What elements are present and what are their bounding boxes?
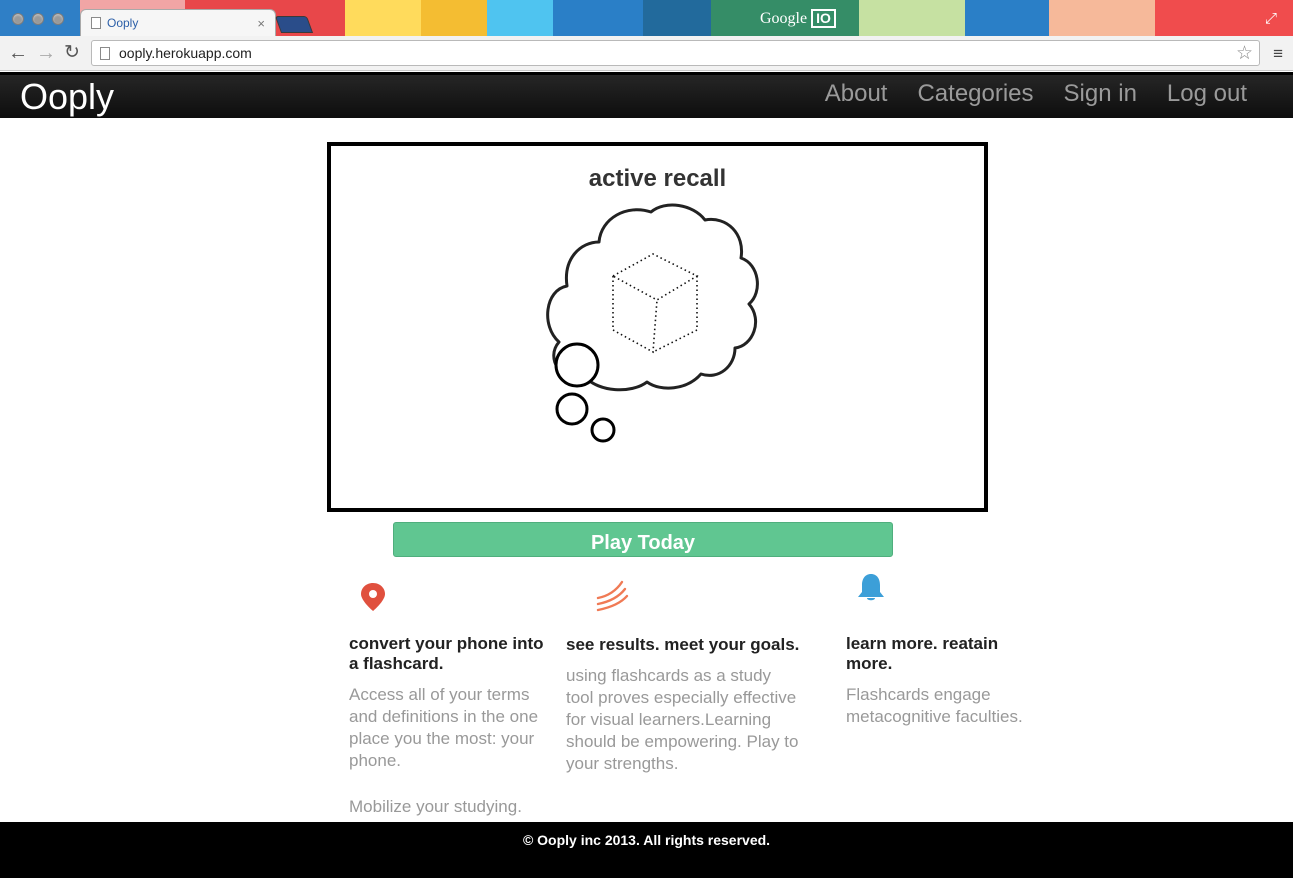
dotted-cube-icon: [611, 253, 699, 354]
rising-lines-icon: [596, 580, 629, 612]
hero-panel: active recall: [327, 142, 988, 512]
bell-icon: [858, 574, 884, 601]
back-arrow-icon[interactable]: ←: [8, 42, 28, 64]
page-icon: [100, 46, 110, 60]
thought-bubble-medium: [555, 392, 589, 426]
banner-badge: IO: [811, 9, 836, 28]
nav-categories-link[interactable]: Categories: [917, 80, 1033, 108]
zoom-window-button[interactable]: [52, 13, 64, 25]
feature-body: Flashcards engage metacognitive facultie…: [846, 685, 1023, 726]
thought-bubble-large: [554, 342, 600, 388]
nav-sign-in-link[interactable]: Sign in: [1064, 80, 1137, 108]
url-text[interactable]: ooply.herokuapp.com: [119, 45, 1236, 61]
feature-learn: learn more. reatain more. Flashcards eng…: [846, 634, 1031, 728]
google-io-banner: Google IO: [760, 9, 836, 28]
nav-about-link[interactable]: About: [825, 80, 888, 108]
nav-links: About Categories Sign in Log out: [825, 80, 1247, 108]
banner-text: Google: [760, 9, 808, 27]
play-today-button[interactable]: Play Today: [393, 522, 893, 557]
feature-body: Access all of your terms and definitions…: [349, 685, 539, 770]
browser-tab[interactable]: Ooply ×: [80, 9, 276, 36]
minimize-window-button[interactable]: [32, 13, 44, 25]
tab-title: Ooply: [107, 16, 139, 30]
forward-arrow-icon[interactable]: →: [36, 42, 56, 64]
feature-heading: learn more. reatain more.: [846, 634, 999, 673]
close-window-button[interactable]: [12, 13, 24, 25]
new-tab-button[interactable]: [274, 16, 314, 33]
browser-menu-icon[interactable]: ≡: [1273, 44, 1283, 64]
thought-bubble-small: [590, 417, 616, 443]
site-footer: © Ooply inc 2013. All rights reserved.: [0, 822, 1293, 878]
reload-icon[interactable]: ↻: [64, 42, 80, 64]
copyright-text: © Ooply inc 2013. All rights reserved.: [522, 832, 771, 848]
nav-log-out-link[interactable]: Log out: [1167, 80, 1247, 108]
feature-body: Mobilize your studying.: [349, 797, 522, 816]
bookmark-star-icon[interactable]: ☆: [1236, 42, 1253, 65]
brand-logo-link[interactable]: Ooply: [20, 76, 114, 118]
feature-heading: see results. meet your goals.: [566, 635, 800, 654]
feature-heading: convert your phone into a flashcard.: [349, 634, 544, 673]
map-pin-icon: [361, 583, 385, 611]
window-controls[interactable]: [12, 13, 64, 25]
feature-body: using flashcards as a study tool proves …: [566, 666, 799, 773]
site-navbar: Ooply About Categories Sign in Log out: [0, 72, 1293, 118]
thought-bubble-illustration: [546, 203, 759, 443]
tab-close-icon[interactable]: ×: [257, 16, 265, 31]
feature-phone: convert your phone into a flashcard. Acc…: [349, 634, 549, 818]
fullscreen-icon[interactable]: ⤢: [1265, 10, 1277, 27]
feature-results: see results. meet your goals. using flas…: [566, 635, 801, 775]
browser-toolbar: ← → ↻ ooply.herokuapp.com ☆ ≡: [0, 36, 1293, 71]
address-bar[interactable]: ooply.herokuapp.com ☆: [91, 40, 1260, 66]
page-icon: [91, 17, 101, 29]
